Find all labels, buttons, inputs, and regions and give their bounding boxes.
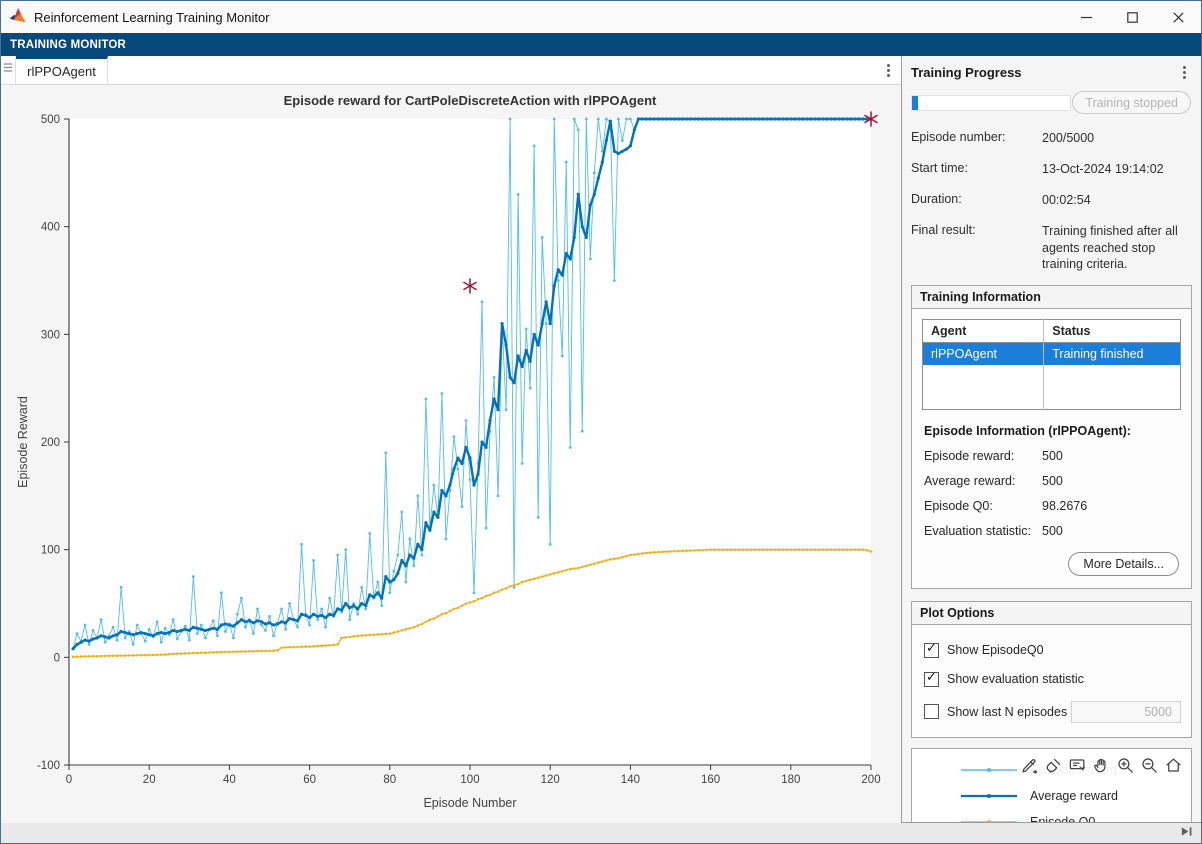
svg-text:400: 400 xyxy=(41,222,60,234)
training-progress-menu-icon[interactable] xyxy=(1171,63,1197,81)
final-result-row: Final result: Training finished after al… xyxy=(911,223,1189,274)
tab-rlppoagent[interactable]: rlPPOAgent xyxy=(16,56,108,84)
svg-text:20: 20 xyxy=(143,774,156,786)
svg-text:60: 60 xyxy=(303,774,316,786)
toolstrip: TRAINING MONITOR xyxy=(1,33,1201,56)
svg-text:500: 500 xyxy=(41,114,60,126)
minimize-button[interactable] xyxy=(1063,1,1109,33)
svg-text:80: 80 xyxy=(383,774,396,786)
agents-table: Agent Status rlPPOAgent Training finishe… xyxy=(922,319,1181,410)
svg-text:120: 120 xyxy=(541,774,560,786)
show-last-n-episodes-option[interactable]: Show last N episodes xyxy=(924,701,1181,723)
svg-text:160: 160 xyxy=(701,774,720,786)
legend-item-episode-q0: Episode Q0 xyxy=(960,814,1183,822)
agents-col-header[interactable]: Agent xyxy=(923,320,1044,343)
training-information-panel: Training Information Agent Status rlPPOA… xyxy=(911,285,1192,589)
training-progress-bar xyxy=(911,95,1071,111)
svg-text:200: 200 xyxy=(861,774,880,786)
duration-row: Duration: 00:02:54 xyxy=(911,192,1189,209)
svg-text:100: 100 xyxy=(41,545,60,557)
more-details-button[interactable]: More Details... xyxy=(1068,552,1179,576)
title-bar: Reinforcement Learning Training Monitor xyxy=(1,1,1201,33)
episode-reward-line-sample xyxy=(960,763,1018,777)
show-episodeq0-option[interactable]: Show EpisodeQ0 xyxy=(924,643,1181,658)
training-stopped-button: Training stopped xyxy=(1072,91,1191,114)
figure-panel: rlPPOAgent 0 20 40 60 80 100 120 140 160 180 200 -1… xyxy=(1,56,902,822)
axes-toolbar xyxy=(1017,755,1185,777)
figure-area: 0 20 40 60 80 100 120 140 160 180 200 -100 0 100 200 30… xyxy=(1,85,901,823)
zoom-out-icon[interactable] xyxy=(1137,755,1161,777)
svg-text:0: 0 xyxy=(66,774,72,786)
svg-text:-100: -100 xyxy=(37,760,60,772)
show-last-n-episodes-checkbox[interactable] xyxy=(924,704,939,719)
window-title: Reinforcement Learning Training Monitor xyxy=(34,10,270,25)
episode-number-row: Episode number: 200/5000 xyxy=(911,130,1189,147)
app-window: Reinforcement Learning Training Monitor … xyxy=(0,0,1202,844)
svg-text:40: 40 xyxy=(223,774,236,786)
svg-text:Episode Number: Episode Number xyxy=(423,796,516,810)
svg-text:300: 300 xyxy=(41,329,60,341)
show-episodeq0-checkbox[interactable] xyxy=(924,643,939,658)
episode-reward-row: Episode reward:500 xyxy=(924,449,1181,463)
last-n-episodes-input[interactable] xyxy=(1071,701,1181,723)
horizontal-scrollbar[interactable] xyxy=(1,822,1201,843)
training-progress-panel: Training Progress Training stopped Episo… xyxy=(902,56,1201,822)
brush-icon[interactable] xyxy=(1041,755,1065,777)
svg-text:Episode Reward: Episode Reward xyxy=(16,396,30,488)
evaluation-statistic-row: Evaluation statistic:500 xyxy=(924,524,1181,538)
matlab-logo-icon xyxy=(9,7,27,27)
training-progress-title: Training Progress xyxy=(911,65,1022,80)
svg-text:100: 100 xyxy=(460,774,479,786)
show-evaluation-statistic-checkbox[interactable] xyxy=(924,672,939,687)
plot-options-title: Plot Options xyxy=(912,602,1191,625)
average-reward-row: Average reward:500 xyxy=(924,474,1181,488)
chart-legend-panel: Episode reward Average reward Episode Q0… xyxy=(911,748,1192,822)
svg-text:140: 140 xyxy=(621,774,640,786)
training-information-title: Training Information xyxy=(912,286,1191,309)
show-evaluation-statistic-option[interactable]: Show evaluation statistic xyxy=(924,672,1181,687)
status-col-header[interactable]: Status xyxy=(1044,320,1181,343)
expand-panel-icon[interactable] xyxy=(1180,825,1193,841)
average-reward-line-sample xyxy=(960,789,1018,803)
tab-strip-menu-icon[interactable] xyxy=(875,56,901,84)
restore-view-icon[interactable] xyxy=(1161,755,1185,777)
svg-text:Episode reward for CartPoleDis: Episode reward for CartPoleDiscreteActio… xyxy=(284,93,657,108)
toolstrip-tab-training-monitor[interactable]: TRAINING MONITOR xyxy=(1,39,126,51)
svg-text:180: 180 xyxy=(781,774,800,786)
document-tab-strip: rlPPOAgent xyxy=(1,56,901,85)
legend-item-average-reward: Average reward xyxy=(960,788,1183,804)
maximize-button[interactable] xyxy=(1109,1,1155,33)
close-button[interactable] xyxy=(1155,1,1201,33)
tab-strip-handle[interactable] xyxy=(1,56,16,84)
reward-chart[interactable]: 0 20 40 60 80 100 120 140 160 180 200 -100 0 100 200 30… xyxy=(1,85,901,823)
plot-options-panel: Plot Options Show EpisodeQ0 Show evaluat… xyxy=(911,601,1192,738)
datatips-icon[interactable] xyxy=(1065,755,1089,777)
episode-q0-line-sample xyxy=(960,815,1018,822)
svg-text:200: 200 xyxy=(41,437,60,449)
pan-icon[interactable] xyxy=(1089,755,1113,777)
zoom-in-icon[interactable] xyxy=(1113,755,1137,777)
export-icon[interactable] xyxy=(1017,755,1041,777)
agent-row-rlppoagent[interactable]: rlPPOAgent Training finished xyxy=(923,343,1181,366)
svg-text:0: 0 xyxy=(54,652,60,664)
episode-information-title: Episode Information (rlPPOAgent): xyxy=(924,424,1181,438)
episode-q0-row: Episode Q0:98.2676 xyxy=(924,499,1181,513)
start-time-row: Start time: 13-Oct-2024 19:14:02 xyxy=(911,161,1189,178)
